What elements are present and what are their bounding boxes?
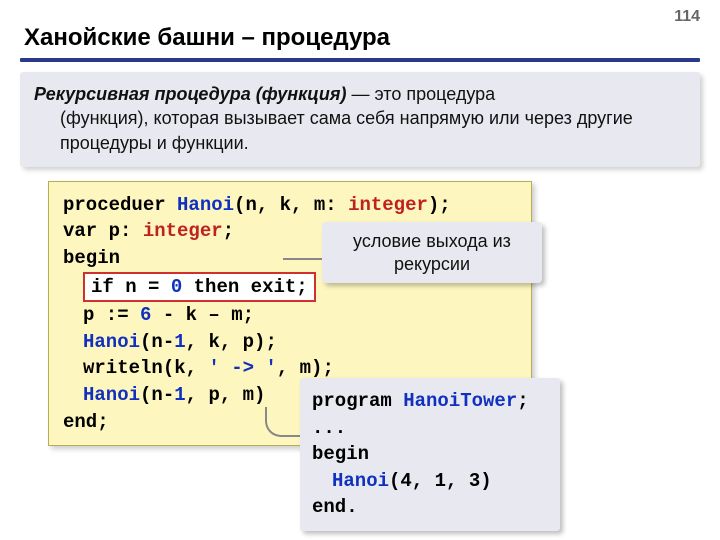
definition-term: Рекурсивная процедура (функция) <box>34 84 347 104</box>
callout-exit-condition: условие выхода из рекурсии <box>322 222 542 283</box>
code-line: ... <box>312 415 548 442</box>
connector-line <box>283 258 323 260</box>
slide-title: Ханойские башни – процедура <box>0 0 720 58</box>
code-line: Hanoi(n-1, k, p); <box>63 329 517 356</box>
title-underline <box>20 58 700 62</box>
code-line: proceduer Hanoi(n, k, m: integer); <box>63 192 517 219</box>
code-line: Hanoi(4, 1, 3) <box>312 468 548 495</box>
definition-rest: (функция), которая вызывает сама себя на… <box>34 106 686 155</box>
code-line: program HanoiTower; <box>312 388 548 415</box>
page-number: 114 <box>674 8 700 26</box>
definition-dash: — это процедура <box>347 84 496 104</box>
connector-line <box>265 407 301 437</box>
code-line: end. <box>312 494 548 521</box>
code-line: begin <box>312 441 548 468</box>
definition-box: Рекурсивная процедура (функция) — это пр… <box>20 72 700 167</box>
code-line: p := 6 - k – m; <box>63 302 517 329</box>
callout-program: program HanoiTower; ... begin Hanoi(4, 1… <box>300 378 560 531</box>
